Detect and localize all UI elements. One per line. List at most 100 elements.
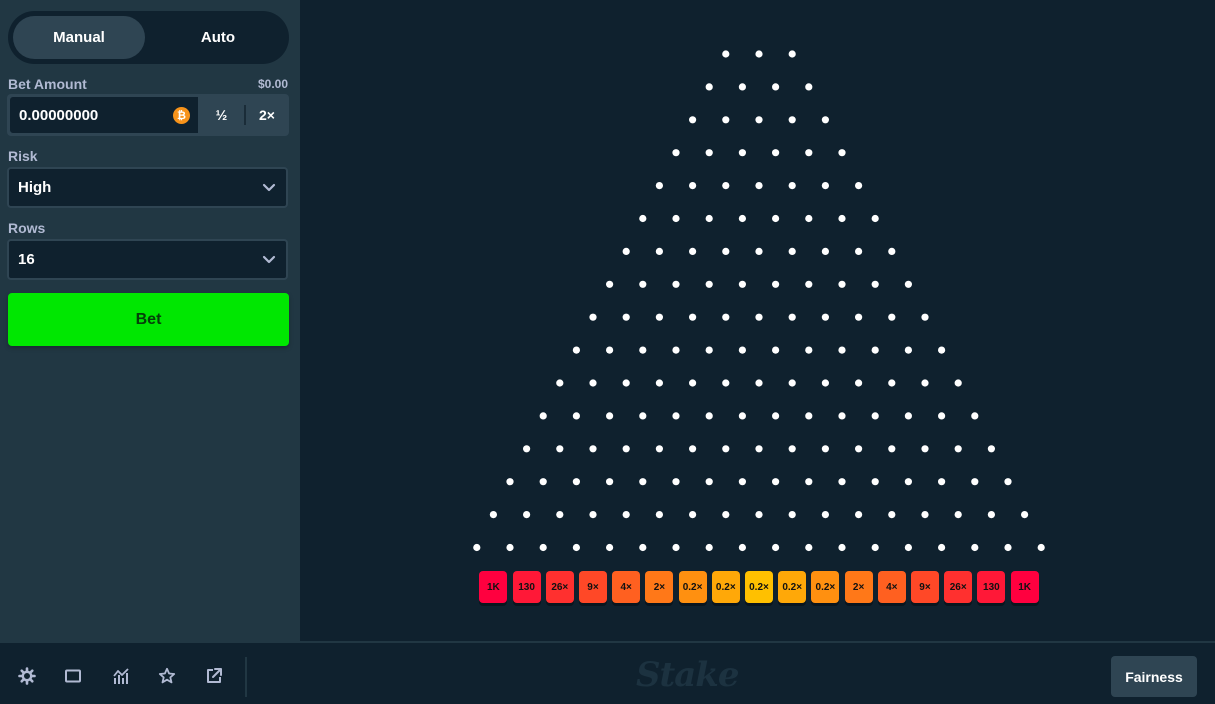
peg [622, 379, 630, 387]
chevron-down-icon [262, 255, 276, 264]
peg [788, 445, 796, 453]
peg [987, 445, 996, 453]
peg [904, 543, 913, 552]
mode-toggle: Manual Auto [8, 11, 289, 64]
rows-select[interactable]: 16 [7, 239, 288, 280]
footer-divider [245, 657, 247, 697]
peg [639, 412, 647, 420]
peg-board [473, 50, 1045, 552]
peg [788, 247, 796, 255]
peg [871, 346, 879, 354]
bet-button[interactable]: Bet [8, 293, 289, 346]
peg [606, 280, 614, 288]
peg [838, 214, 846, 223]
peg [788, 182, 796, 190]
peg [805, 478, 813, 486]
peg [489, 510, 497, 519]
peg [821, 379, 830, 387]
peg [904, 280, 913, 288]
peg [622, 445, 630, 453]
peg [589, 445, 597, 453]
gear-icon[interactable] [18, 667, 36, 685]
peg [738, 214, 746, 223]
tab-auto[interactable]: Auto [152, 16, 284, 59]
peg [672, 346, 680, 354]
peg [772, 478, 780, 486]
peg [639, 478, 647, 486]
peg [971, 543, 979, 552]
multiplier-bucket: 9× [579, 571, 607, 603]
peg [606, 478, 614, 486]
risk-select[interactable]: High [7, 167, 288, 208]
peg [971, 478, 979, 486]
external-link-icon[interactable] [205, 667, 223, 685]
star-icon[interactable] [158, 667, 176, 685]
peg [655, 510, 663, 519]
peg [738, 83, 746, 91]
peg [838, 543, 846, 552]
peg [755, 247, 763, 255]
peg [738, 543, 746, 552]
fairness-button[interactable]: Fairness [1111, 656, 1197, 697]
peg [523, 510, 531, 519]
peg [888, 445, 896, 453]
peg [871, 543, 879, 552]
peg [938, 412, 946, 420]
peg [705, 478, 713, 486]
double-bet-button[interactable]: 2× [245, 96, 289, 134]
peg [738, 412, 746, 420]
bet-amount-field: ₿ [9, 96, 199, 134]
half-bet-button[interactable]: ½ [199, 96, 244, 134]
peg [855, 313, 863, 321]
peg [755, 313, 763, 321]
peg [788, 379, 796, 387]
bet-amount-input[interactable] [19, 97, 169, 133]
peg [672, 543, 680, 552]
peg [689, 445, 697, 453]
multiplier-bucket: 26× [545, 571, 574, 603]
peg [838, 280, 846, 288]
peg [622, 313, 630, 321]
multiplier-bucket: 0.2× [711, 571, 740, 603]
peg [655, 313, 663, 321]
multiplier-bucket: 9× [911, 571, 939, 603]
peg [938, 346, 946, 354]
peg [954, 510, 962, 519]
peg [755, 510, 763, 519]
multiplier-bucket: 0.2× [745, 571, 773, 603]
peg [838, 149, 846, 157]
peg [821, 445, 830, 453]
peg [921, 445, 929, 453]
peg [1037, 543, 1045, 552]
peg [755, 182, 763, 190]
multiplier-bucket: 130 [512, 571, 541, 603]
multiplier-bucket: 2× [844, 571, 873, 603]
square-icon[interactable] [64, 667, 82, 685]
chart-icon[interactable] [112, 667, 130, 685]
peg [755, 445, 763, 453]
peg [805, 83, 813, 91]
peg [904, 478, 913, 486]
peg [606, 412, 614, 420]
bitcoin-icon: ₿ [173, 107, 190, 124]
peg [838, 346, 846, 354]
peg [772, 346, 780, 354]
peg [705, 83, 713, 91]
tab-manual[interactable]: Manual [13, 16, 145, 59]
peg [556, 510, 564, 519]
peg [655, 247, 663, 255]
peg [622, 247, 630, 255]
peg [672, 280, 680, 288]
peg [556, 445, 564, 453]
peg [772, 83, 780, 91]
peg [821, 182, 830, 190]
peg [572, 478, 580, 486]
multiplier-bucket: 1K [479, 571, 508, 603]
bet-amount-control: ₿ ½ 2× [7, 94, 289, 136]
peg [904, 412, 913, 420]
peg [622, 510, 630, 519]
peg [639, 346, 647, 354]
peg [738, 280, 746, 288]
peg [855, 445, 863, 453]
peg [755, 116, 763, 124]
